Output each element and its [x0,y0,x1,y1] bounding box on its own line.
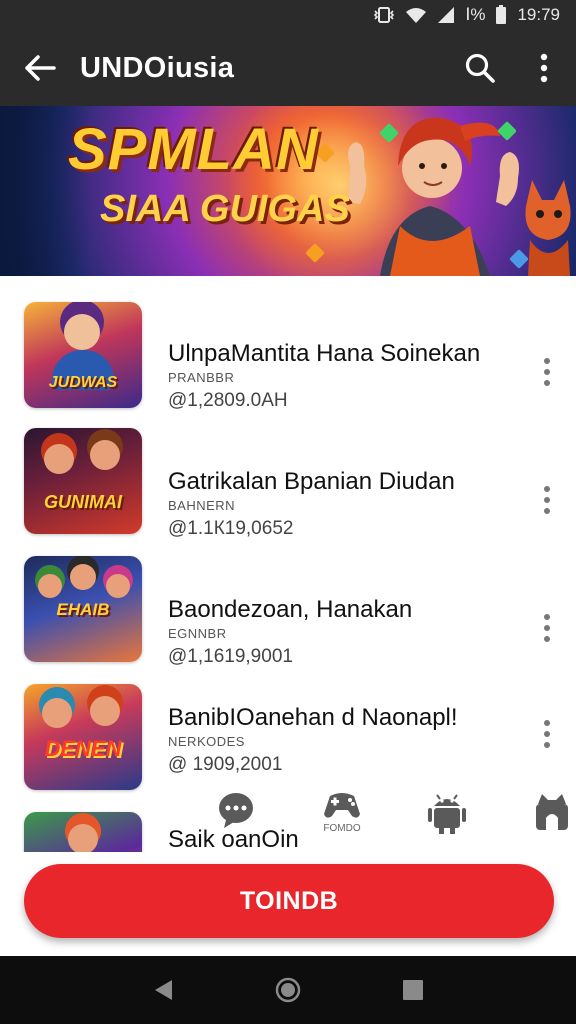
back-arrow-icon [25,55,56,81]
wifi-icon [405,6,427,24]
game-list: JUDWAS UlnpaMantita Hana Soinekan PRANBB… [0,276,576,852]
status-time: 19:79 [517,5,560,24]
thumb-character [64,314,100,350]
item-title: Gatrikalan Bpanian Diudan [168,468,455,495]
android-button[interactable] [428,790,466,834]
item-count: @1.1К19,0652 [168,518,294,539]
item-more-button[interactable] [532,352,562,392]
thumb-character [90,696,120,726]
item-title: UlnpaMantita Hana Soinekan [168,340,481,367]
search-button[interactable] [448,30,512,106]
item-more-button[interactable] [532,714,562,754]
thumb-character [70,564,96,590]
floating-icon-row: FOMDO [0,790,576,850]
thumb-character [44,444,74,474]
system-nav-bar [0,956,576,1024]
item-count: @1,1619,9001 [168,646,293,667]
game-thumbnail: EHAIB [24,556,142,662]
item-count: @1,2809.0АН [168,390,288,411]
cta-container: TOINDB [0,852,576,956]
list-item[interactable]: GUNIMAI Gatrikalan Bpanian Diudan BAHNER… [0,424,576,552]
game-thumbnail: DENEN [24,684,142,790]
lock-button[interactable] [534,790,570,832]
thumb-title: GUNIMAI [44,492,122,512]
item-more-button[interactable] [532,608,562,648]
item-title: BanibIOanehan d Naonapl! [168,704,458,731]
thumb-title: DENEN [44,736,122,761]
item-subtitle: NERKODES [168,734,245,749]
item-title: Baondezoan, Hanakan [168,596,413,623]
item-subtitle: PRANBBR [168,370,235,385]
game-thumbnail: GUNIMAI [24,428,142,534]
more-options-button[interactable] [512,30,576,106]
nav-recents-button[interactable] [389,966,437,1014]
app-title: UNDOiusia [80,51,235,84]
game-thumbnail: JUDWAS [24,302,142,408]
nav-back-icon [154,980,172,1000]
status-indicators: Ⅰ% [465,5,486,24]
thumb-character [42,698,72,728]
list-item[interactable]: DENEN BanibIOanehan d Naonapl! NERKODES … [0,680,576,808]
thumb-character [106,574,130,598]
chat-icon [219,793,253,828]
item-subtitle: EGNNBR [168,626,227,641]
list-item[interactable]: JUDWAS UlnpaMantita Hana Soinekan PRANBB… [0,296,576,424]
item-count: @ 1909,2001 [168,754,283,775]
item-subtitle: BAHNERN [168,498,236,513]
chat-button[interactable] [216,790,256,830]
game-button-label: FOMDO [323,823,361,834]
thumb-title: EHAIB [56,600,110,619]
thumb-character [38,574,62,598]
nav-home-button[interactable] [264,966,312,1014]
primary-action-button[interactable]: TOINDB [24,864,554,938]
nav-home-icon [275,977,301,1003]
thumb-character [90,440,120,470]
lock-icon [536,794,568,830]
back-button[interactable] [0,30,80,106]
status-bar: Ⅰ% 19:79 [0,0,576,30]
game-controller-icon [324,793,360,818]
search-icon [465,53,495,83]
battery-icon [495,5,507,25]
thumb-title: JUDWAS [48,374,118,391]
promo-banner[interactable] [0,106,576,276]
item-more-button[interactable] [532,480,562,520]
app-bar: UNDOiusia [0,30,576,106]
android-icon [428,794,466,834]
game-button[interactable]: FOMDO [322,790,362,834]
nav-recents-icon [403,980,424,1000]
more-vert-icon [540,53,548,83]
list-item[interactable]: EHAIB Baondezoan, Hanakan EGNNBR @1,1619… [0,552,576,680]
vibrate-icon [373,6,395,24]
nav-back-button[interactable] [139,966,187,1014]
banner-shade [0,106,90,276]
signal-icon [437,6,455,24]
